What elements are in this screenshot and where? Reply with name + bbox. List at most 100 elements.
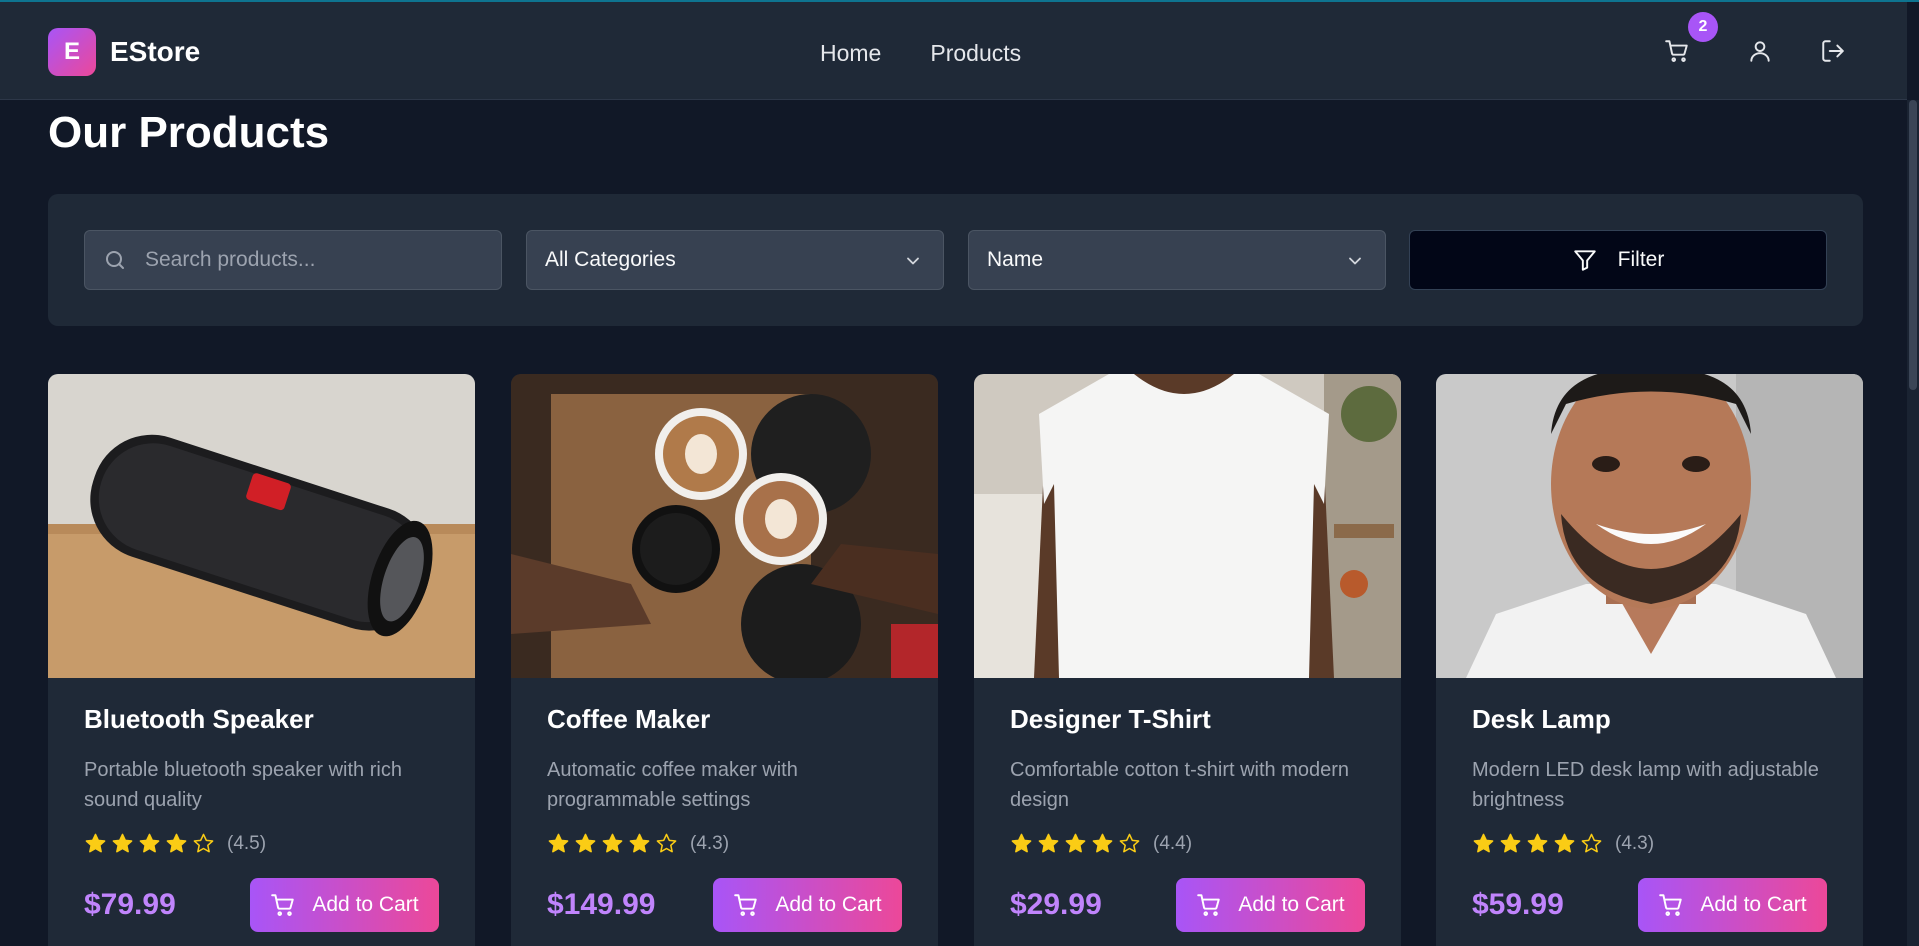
page-title: Our Products <box>48 108 330 157</box>
card-footer: $149.99 Add to Cart <box>547 878 902 932</box>
user-icon <box>1750 41 1770 62</box>
star-filled-icon <box>1065 833 1086 853</box>
star-filled-icon <box>1011 833 1032 853</box>
cart-icon <box>1659 894 1683 916</box>
card-body: Bluetooth Speaker Portable bluetooth spe… <box>84 704 439 855</box>
card-footer: $79.99 Add to Cart <box>84 878 439 932</box>
star-filled-icon <box>85 833 106 853</box>
product-price: $149.99 <box>547 888 656 921</box>
cart-button[interactable] <box>1664 38 1694 68</box>
cart-icon <box>271 894 295 916</box>
card-body: Coffee Maker Automatic coffee maker with… <box>547 704 902 855</box>
add-to-cart-button[interactable]: Add to Cart <box>713 878 902 932</box>
logout-button[interactable] <box>1820 38 1850 68</box>
nav-links: Home Products <box>820 40 1021 67</box>
product-price: $59.99 <box>1472 888 1564 921</box>
speaker-photo <box>48 374 475 678</box>
add-to-cart-label: Add to Cart <box>312 893 419 916</box>
star-filled-icon <box>1500 833 1521 853</box>
card-footer: $29.99 Add to Cart <box>1010 878 1365 932</box>
product-image-speaker[interactable] <box>48 374 475 678</box>
star-outline-icon <box>193 833 214 853</box>
category-select[interactable]: All Categories <box>526 230 944 290</box>
nav-products-link[interactable]: Products <box>930 40 1021 67</box>
star-filled-icon <box>575 833 596 853</box>
sort-select[interactable]: Name <box>968 230 1386 290</box>
brand[interactable]: E EStore <box>48 28 200 76</box>
add-to-cart-button[interactable]: Add to Cart <box>250 878 439 932</box>
rating-value: (4.3) <box>690 832 730 854</box>
card-footer: $59.99 Add to Cart <box>1472 878 1827 932</box>
star-outline-icon <box>1119 833 1140 853</box>
nav-home-link[interactable]: Home <box>820 40 881 67</box>
filter-button-label: Filter <box>1617 248 1665 271</box>
search-placeholder: Search products... <box>145 248 316 271</box>
product-rating: (4.3) <box>1472 832 1827 855</box>
cart-icon <box>1665 40 1688 62</box>
star-outline-icon <box>656 833 677 853</box>
brand-name: EStore <box>110 36 201 67</box>
funnel-icon <box>1573 250 1596 271</box>
star-filled-icon <box>548 833 569 853</box>
logo: E <box>48 28 96 76</box>
product-rating: (4.5) <box>84 832 439 855</box>
filter-panel: Search products... All Categories Name F… <box>48 194 1863 326</box>
scrollbar-thumb[interactable] <box>1909 100 1917 390</box>
cart-icon <box>734 894 758 916</box>
search-icon <box>106 251 124 269</box>
rating-value: (4.5) <box>227 832 267 854</box>
product-name[interactable]: Bluetooth Speaker <box>84 704 439 735</box>
star-filled-icon <box>1527 833 1548 853</box>
product-description: Comfortable cotton t-shirt with modern d… <box>1010 759 1350 811</box>
cart-count-badge: 2 <box>1688 12 1718 42</box>
portrait-photo <box>1436 374 1863 678</box>
star-filled-icon <box>602 833 623 853</box>
chevron-down-icon <box>907 257 919 265</box>
star-filled-icon <box>1473 833 1494 853</box>
category-select-value: All Categories <box>545 248 676 271</box>
add-to-cart-label: Add to Cart <box>1238 893 1345 916</box>
card-body: Desk Lamp Modern LED desk lamp with adju… <box>1472 704 1827 855</box>
star-filled-icon <box>112 833 133 853</box>
filter-button[interactable]: Filter <box>1409 230 1827 290</box>
star-filled-icon <box>629 833 650 853</box>
sort-select-value: Name <box>987 248 1044 271</box>
product-image-lamp[interactable] <box>1436 374 1863 678</box>
product-description: Modern LED desk lamp with adjustable bri… <box>1472 759 1819 811</box>
product-price: $79.99 <box>84 888 176 921</box>
product-name[interactable]: Desk Lamp <box>1472 704 1827 735</box>
product-name[interactable]: Designer T-Shirt <box>1010 704 1365 735</box>
product-rating: (4.3) <box>547 832 902 855</box>
rating-value: (4.4) <box>1153 832 1193 854</box>
rating-value: (4.3) <box>1615 832 1655 854</box>
cart-icon <box>1197 894 1221 916</box>
star-filled-icon <box>1554 833 1575 853</box>
product-card[interactable]: Desk Lamp Modern LED desk lamp with adju… <box>1436 374 1863 946</box>
product-card[interactable]: Coffee Maker Automatic coffee maker with… <box>511 374 938 946</box>
star-filled-icon <box>1092 833 1113 853</box>
product-card[interactable]: Bluetooth Speaker Portable bluetooth spe… <box>48 374 475 946</box>
product-price: $29.99 <box>1010 888 1102 921</box>
search-input[interactable]: Search products... <box>84 230 502 290</box>
star-filled-icon <box>1038 833 1059 853</box>
add-to-cart-button[interactable]: Add to Cart <box>1176 878 1365 932</box>
page: E EStore Home Products 2 Our Products Se… <box>0 0 1919 946</box>
account-button[interactable] <box>1747 38 1777 68</box>
card-body: Designer T-Shirt Comfortable cotton t-sh… <box>1010 704 1365 855</box>
tshirt-photo <box>974 374 1401 678</box>
add-to-cart-button[interactable]: Add to Cart <box>1638 878 1827 932</box>
add-to-cart-label: Add to Cart <box>1700 893 1807 916</box>
product-name[interactable]: Coffee Maker <box>547 704 902 735</box>
logout-icon <box>1822 40 1844 62</box>
product-description: Portable bluetooth speaker with rich sou… <box>84 759 402 811</box>
star-outline-icon <box>1581 833 1602 853</box>
coffee-photo <box>511 374 938 678</box>
navbar: E EStore Home Products 2 <box>0 2 1907 100</box>
star-filled-icon <box>139 833 160 853</box>
product-rating: (4.4) <box>1010 832 1365 855</box>
star-filled-icon <box>166 833 187 853</box>
product-card[interactable]: Designer T-Shirt Comfortable cotton t-sh… <box>974 374 1401 946</box>
add-to-cart-label: Add to Cart <box>775 893 882 916</box>
product-image-coffee[interactable] <box>511 374 938 678</box>
product-image-tshirt[interactable] <box>974 374 1401 678</box>
